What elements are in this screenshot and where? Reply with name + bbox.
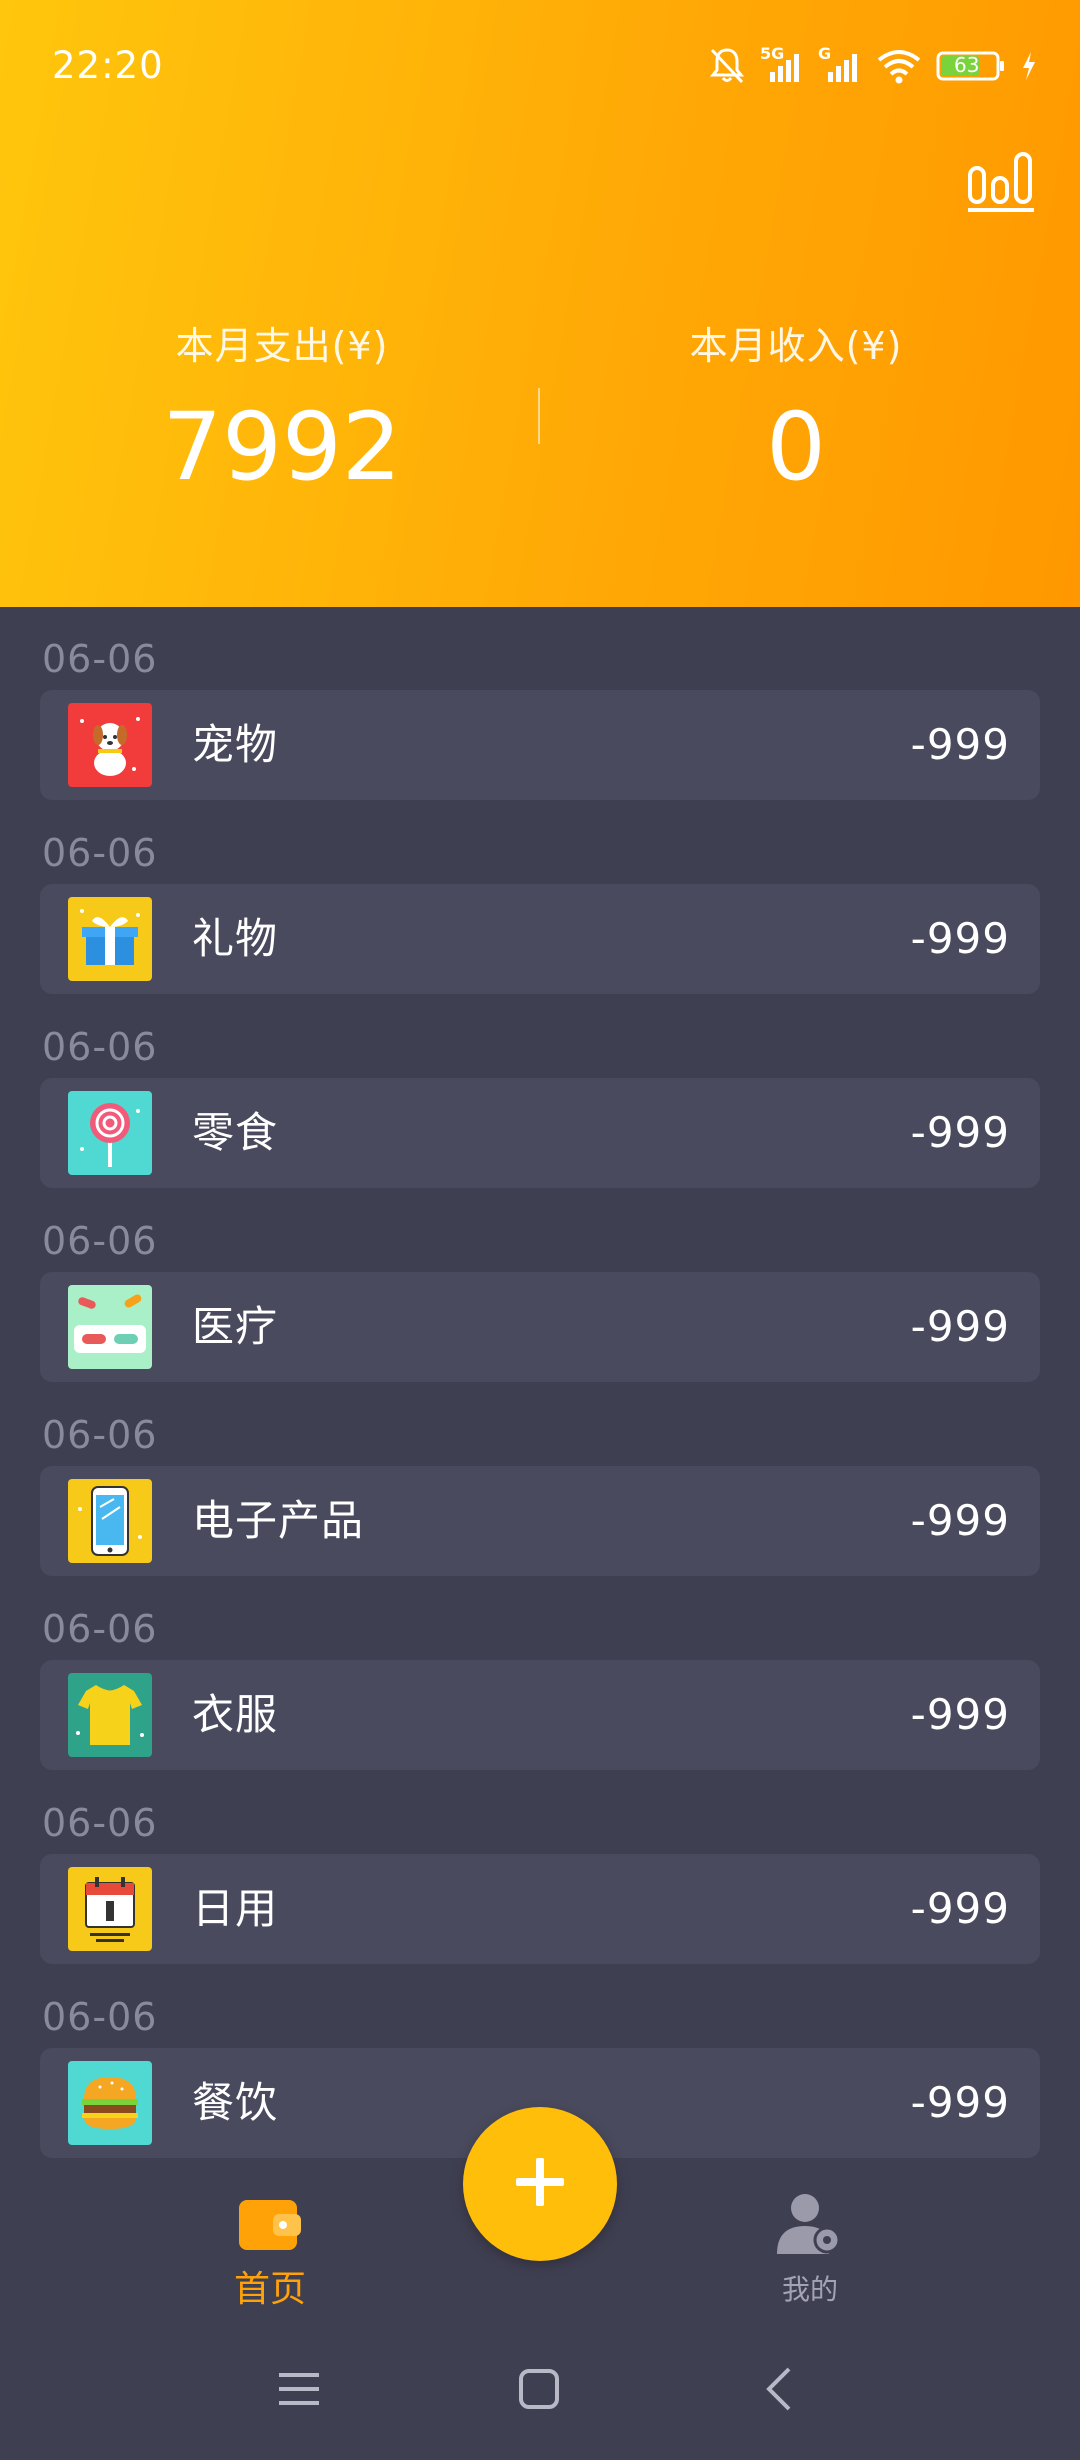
nav-home-label: 首页 — [233, 2269, 306, 2310]
record-item[interactable]: 医疗 -999 — [40, 1272, 1040, 1382]
record-date: 06-06 — [42, 1219, 158, 1263]
battery-icon: 63 — [936, 50, 1006, 82]
record-item[interactable]: 零食 -999 — [40, 1078, 1040, 1188]
statistics-button[interactable] — [966, 148, 1036, 214]
nav-home[interactable]: 首页 — [170, 2192, 370, 2310]
record-amount: -999 — [910, 914, 1010, 963]
monthly-expense: 本月支出(¥) 7992 — [92, 322, 472, 498]
record-group: 06-06 宠物 -999 — [0, 607, 1080, 801]
add-record-button[interactable] — [463, 2107, 617, 2261]
record-date: 06-06 — [42, 637, 158, 681]
network-type-label: G — [818, 44, 832, 63]
summary-divider — [538, 388, 540, 444]
record-item[interactable]: 电子产品 -999 — [40, 1466, 1040, 1576]
square-icon — [517, 2367, 561, 2415]
recent-apps-button[interactable] — [264, 2356, 334, 2426]
signal-g-icon: G — [818, 44, 862, 84]
burger-icon — [68, 2061, 152, 2145]
record-amount: -999 — [910, 1108, 1010, 1157]
record-amount: -999 — [910, 1302, 1010, 1351]
plus-icon — [512, 2154, 568, 2214]
expense-label: 本月支出(¥) — [175, 324, 389, 368]
record-category: 零食 — [192, 1108, 279, 1157]
record-date: 06-06 — [42, 1025, 158, 1069]
record-category: 餐饮 — [192, 2078, 279, 2127]
record-group: 06-06 电子产品 -999 — [0, 1383, 1080, 1577]
record-item[interactable]: 礼物 -999 — [40, 884, 1040, 994]
record-category: 宠物 — [192, 720, 279, 769]
wallet-icon — [170, 2192, 370, 2256]
medicine-pill-icon — [68, 1285, 152, 1369]
system-navigation-bar — [0, 2322, 1080, 2460]
record-category: 衣服 — [192, 1690, 279, 1739]
record-date: 06-06 — [42, 1607, 158, 1651]
wifi-icon — [876, 48, 922, 84]
record-category: 电子产品 — [192, 1496, 365, 1545]
menu-icon — [277, 2369, 321, 2413]
calendar-icon — [68, 1867, 152, 1951]
summary-header: 22:20 5G G 63 本月支出(¥) 7992 本月收入(¥) 0 — [0, 0, 1080, 607]
income-label: 本月收入(¥) — [689, 324, 903, 368]
user-profile-icon — [710, 2192, 910, 2256]
income-value: 0 — [766, 393, 826, 502]
nav-mine[interactable]: 我的 — [710, 2192, 910, 2310]
nav-mine-label: 我的 — [781, 2273, 838, 2306]
status-icons: 5G G 63 — [708, 44, 1038, 86]
back-button[interactable] — [744, 2356, 814, 2426]
record-date: 06-06 — [42, 1801, 158, 1845]
record-date: 06-06 — [42, 1413, 158, 1457]
monthly-income: 本月收入(¥) 0 — [606, 322, 986, 498]
record-amount: -999 — [910, 1496, 1010, 1545]
record-category: 日用 — [192, 1884, 279, 1933]
tshirt-icon — [68, 1673, 152, 1757]
bell-muted-icon — [708, 46, 746, 86]
record-item[interactable]: 衣服 -999 — [40, 1660, 1040, 1770]
smartphone-icon — [68, 1479, 152, 1563]
record-group: 06-06 礼物 -999 — [0, 801, 1080, 995]
record-amount: -999 — [910, 2078, 1010, 2127]
record-amount: -999 — [910, 1690, 1010, 1739]
home-button[interactable] — [504, 2356, 574, 2426]
record-date: 06-06 — [42, 831, 158, 875]
record-item[interactable]: 宠物 -999 — [40, 690, 1040, 800]
lollipop-icon — [68, 1091, 152, 1175]
status-time: 22:20 — [52, 44, 164, 87]
status-bar: 22:20 5G G 63 — [0, 0, 1080, 140]
record-group: 06-06 零食 -999 — [0, 995, 1080, 1189]
signal-5g-icon: 5G — [760, 44, 804, 84]
pet-dog-icon — [68, 703, 152, 787]
record-date: 06-06 — [42, 1995, 158, 2039]
charging-icon — [1020, 50, 1038, 82]
gift-box-icon — [68, 897, 152, 981]
expense-value: 7992 — [162, 393, 402, 502]
record-amount: -999 — [910, 720, 1010, 769]
chevron-left-icon — [761, 2365, 797, 2417]
record-group: 06-06 医疗 -999 — [0, 1189, 1080, 1383]
record-item[interactable]: 日用 -999 — [40, 1854, 1040, 1964]
network-type-label: 5G — [760, 44, 785, 63]
battery-level: 63 — [954, 53, 980, 77]
record-amount: -999 — [910, 1884, 1010, 1933]
record-group: 06-06 衣服 -999 — [0, 1577, 1080, 1771]
record-group: 06-06 日用 -999 — [0, 1771, 1080, 1965]
bar-chart-icon — [966, 152, 1036, 218]
record-category: 医疗 — [192, 1302, 279, 1351]
record-category: 礼物 — [192, 914, 279, 963]
